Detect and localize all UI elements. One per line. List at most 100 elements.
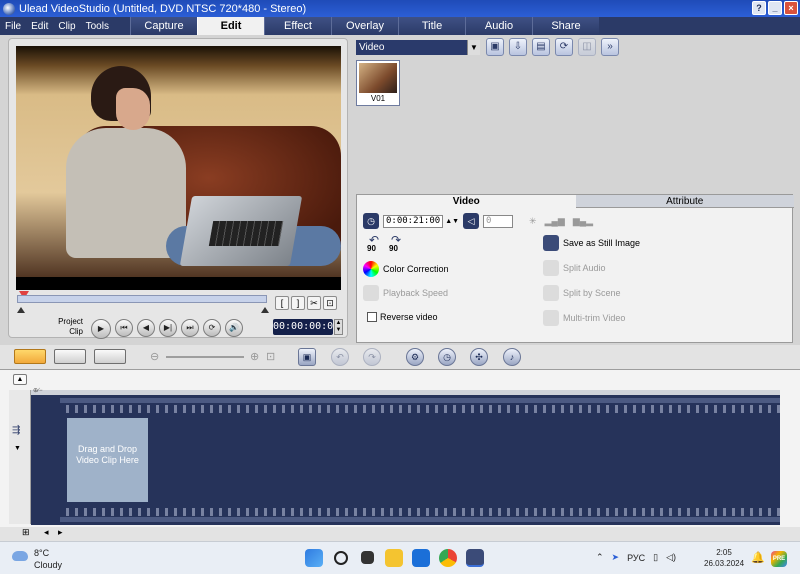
menu-tools[interactable]: Tools	[81, 21, 114, 32]
cloud-icon[interactable]	[12, 551, 28, 561]
scrubber-track[interactable]	[17, 295, 267, 303]
timeline-add-icon[interactable]: ⊞	[22, 527, 30, 538]
options-icon[interactable]: ◫	[578, 38, 596, 56]
split-scene-row[interactable]: Split by Scene	[543, 285, 621, 301]
film-sprocket-top	[60, 405, 780, 413]
track-manager-icon[interactable]: ✣	[470, 348, 488, 366]
refresh-icon[interactable]: ⟳	[555, 38, 573, 56]
collapse-timeline-icon[interactable]: ▲	[13, 374, 27, 385]
copilot-icon[interactable]: PRE	[771, 551, 787, 567]
step-title[interactable]: Title	[398, 17, 465, 35]
expand-icon[interactable]: »	[601, 38, 619, 56]
step-audio[interactable]: Audio	[465, 17, 532, 35]
step-edit[interactable]: Edit	[197, 17, 264, 35]
videostudio-taskbar-icon[interactable]	[466, 549, 484, 567]
end-button[interactable]: ⏭	[181, 319, 199, 337]
menu-edit[interactable]: Edit	[26, 21, 53, 32]
smart-proxy-icon[interactable]: ⚙	[406, 348, 424, 366]
step-overlay[interactable]: Overlay	[331, 17, 398, 35]
clip-drop-zone[interactable]: Drag and Drop Video Clip Here	[67, 418, 148, 502]
location-icon[interactable]: ➤	[612, 552, 620, 563]
clip-thumbnail	[359, 63, 397, 93]
notification-bell-icon[interactable]: 🔔	[751, 551, 765, 564]
home-button[interactable]: ⏮	[115, 319, 133, 337]
timeline-scrollbar[interactable]: ⊞ ◂ ▸	[0, 527, 800, 542]
zoom-in-icon[interactable]: ⊕	[250, 350, 259, 363]
track-menu-icon[interactable]: ▼	[14, 445, 21, 452]
step-share[interactable]: Share	[532, 17, 599, 35]
timeline-view-button[interactable]	[54, 349, 86, 364]
zoom-out-icon[interactable]: ⊖	[150, 350, 159, 363]
chevron-up-icon[interactable]: ⌃	[596, 552, 604, 563]
mark-in-button[interactable]: [	[275, 296, 289, 310]
playback-speed-row[interactable]: Playback Speed	[363, 285, 448, 301]
save-still-row[interactable]: Save as Still Image	[543, 235, 640, 251]
zoom-slider[interactable]	[166, 356, 244, 358]
color-correction-row[interactable]: Color Correction	[363, 261, 449, 277]
multi-trim-row[interactable]: Multi-trim Video	[543, 310, 625, 326]
timecode-display[interactable]: 00:00:00:00	[273, 319, 339, 335]
reverse-video-checkbox[interactable]	[367, 312, 377, 322]
library-category-select[interactable]: Video ▼	[356, 40, 480, 55]
close-button[interactable]: ×	[784, 1, 798, 15]
reverse-video-row[interactable]: Reverse video	[367, 312, 438, 322]
import-icon[interactable]: ⇩	[509, 38, 527, 56]
folder-icon[interactable]: ▣	[486, 38, 504, 56]
file-explorer-icon[interactable]	[385, 549, 403, 567]
fit-project-icon[interactable]: ⊡	[266, 350, 275, 363]
previous-frame-button[interactable]: ◀	[137, 319, 155, 337]
volume-button[interactable]: 🔊	[225, 319, 243, 337]
redo-icon[interactable]: ↷	[363, 348, 381, 366]
track-icon[interactable]: ⇶	[12, 425, 20, 436]
tab-attribute[interactable]: Attribute	[575, 195, 794, 208]
task-view-icon[interactable]	[361, 551, 374, 564]
step-effect[interactable]: Effect	[264, 17, 331, 35]
storyboard-view-button[interactable]	[14, 349, 46, 364]
project-mode-label[interactable]: Project	[55, 317, 83, 326]
insert-media-icon[interactable]: ▣	[298, 348, 316, 366]
volume-input[interactable]: 0	[483, 214, 514, 228]
mark-out-button[interactable]: ]	[291, 296, 305, 310]
scroll-right-icon[interactable]: ▸	[58, 527, 63, 538]
options-panel: Video Attribute ◷ 0:00:21:00 ▲▼ ◁ 0 ✳ ▂▄…	[356, 194, 794, 343]
storyboard-icon[interactable]: ▤	[532, 38, 550, 56]
library-clip[interactable]: V01	[356, 60, 400, 106]
minimize-button[interactable]: _	[768, 1, 782, 15]
split-audio-row[interactable]: Split Audio	[543, 260, 606, 276]
tab-video[interactable]: Video	[357, 195, 576, 208]
cut-clip-button[interactable]: ✂	[307, 296, 321, 310]
trim-start-marker[interactable]	[17, 307, 25, 313]
search-icon[interactable]	[334, 551, 348, 565]
help-button[interactable]: ?	[752, 1, 766, 15]
duration-spinner[interactable]: ▲▼	[445, 218, 459, 225]
duration-input[interactable]: 0:00:21:00	[383, 214, 444, 228]
store-icon[interactable]	[412, 549, 430, 567]
weather-widget[interactable]: 8°C Cloudy	[34, 547, 62, 571]
chevron-down-icon[interactable]: ▼	[467, 40, 480, 55]
undo-icon[interactable]: ↶	[331, 348, 349, 366]
preview-video[interactable]	[16, 46, 341, 290]
phone-link-icon[interactable]: ▯	[653, 552, 658, 563]
audio-view-button[interactable]	[94, 349, 126, 364]
timecode-spinner[interactable]: ▲ ▼	[334, 319, 343, 335]
chrome-icon[interactable]	[439, 549, 457, 567]
system-clock[interactable]: 2:05 26.03.2024	[704, 547, 744, 569]
repeat-button[interactable]: ⟳	[203, 319, 221, 337]
chapter-point-icon[interactable]: ◷	[438, 348, 456, 366]
volume-icon[interactable]: ◁)	[666, 552, 676, 563]
mute-icon[interactable]: ◁	[463, 213, 480, 229]
menu-clip[interactable]: Clip	[53, 21, 80, 32]
auto-music-icon[interactable]: ♪	[503, 348, 521, 366]
clip-mode-label[interactable]: Clip	[55, 327, 83, 336]
menu-file[interactable]: File	[0, 21, 26, 32]
step-capture[interactable]: Capture	[130, 17, 197, 35]
next-frame-button[interactable]: ▶|	[159, 319, 177, 337]
storyboard-track[interactable]: ⊕∕− Drag and Drop Video Clip Here	[31, 388, 780, 525]
enlarge-preview-button[interactable]: ⊡	[323, 296, 337, 310]
play-button[interactable]: ▶	[91, 319, 111, 339]
start-icon[interactable]	[305, 549, 323, 567]
trim-end-marker[interactable]	[261, 307, 269, 313]
timeline-toolbar: ⊖ ⊕ ⊡ ▣ ↶ ↷ ⚙ ◷ ✣ ♪	[0, 345, 800, 369]
scroll-left-icon[interactable]: ◂	[44, 527, 49, 538]
language-indicator[interactable]: РУС	[627, 553, 645, 563]
